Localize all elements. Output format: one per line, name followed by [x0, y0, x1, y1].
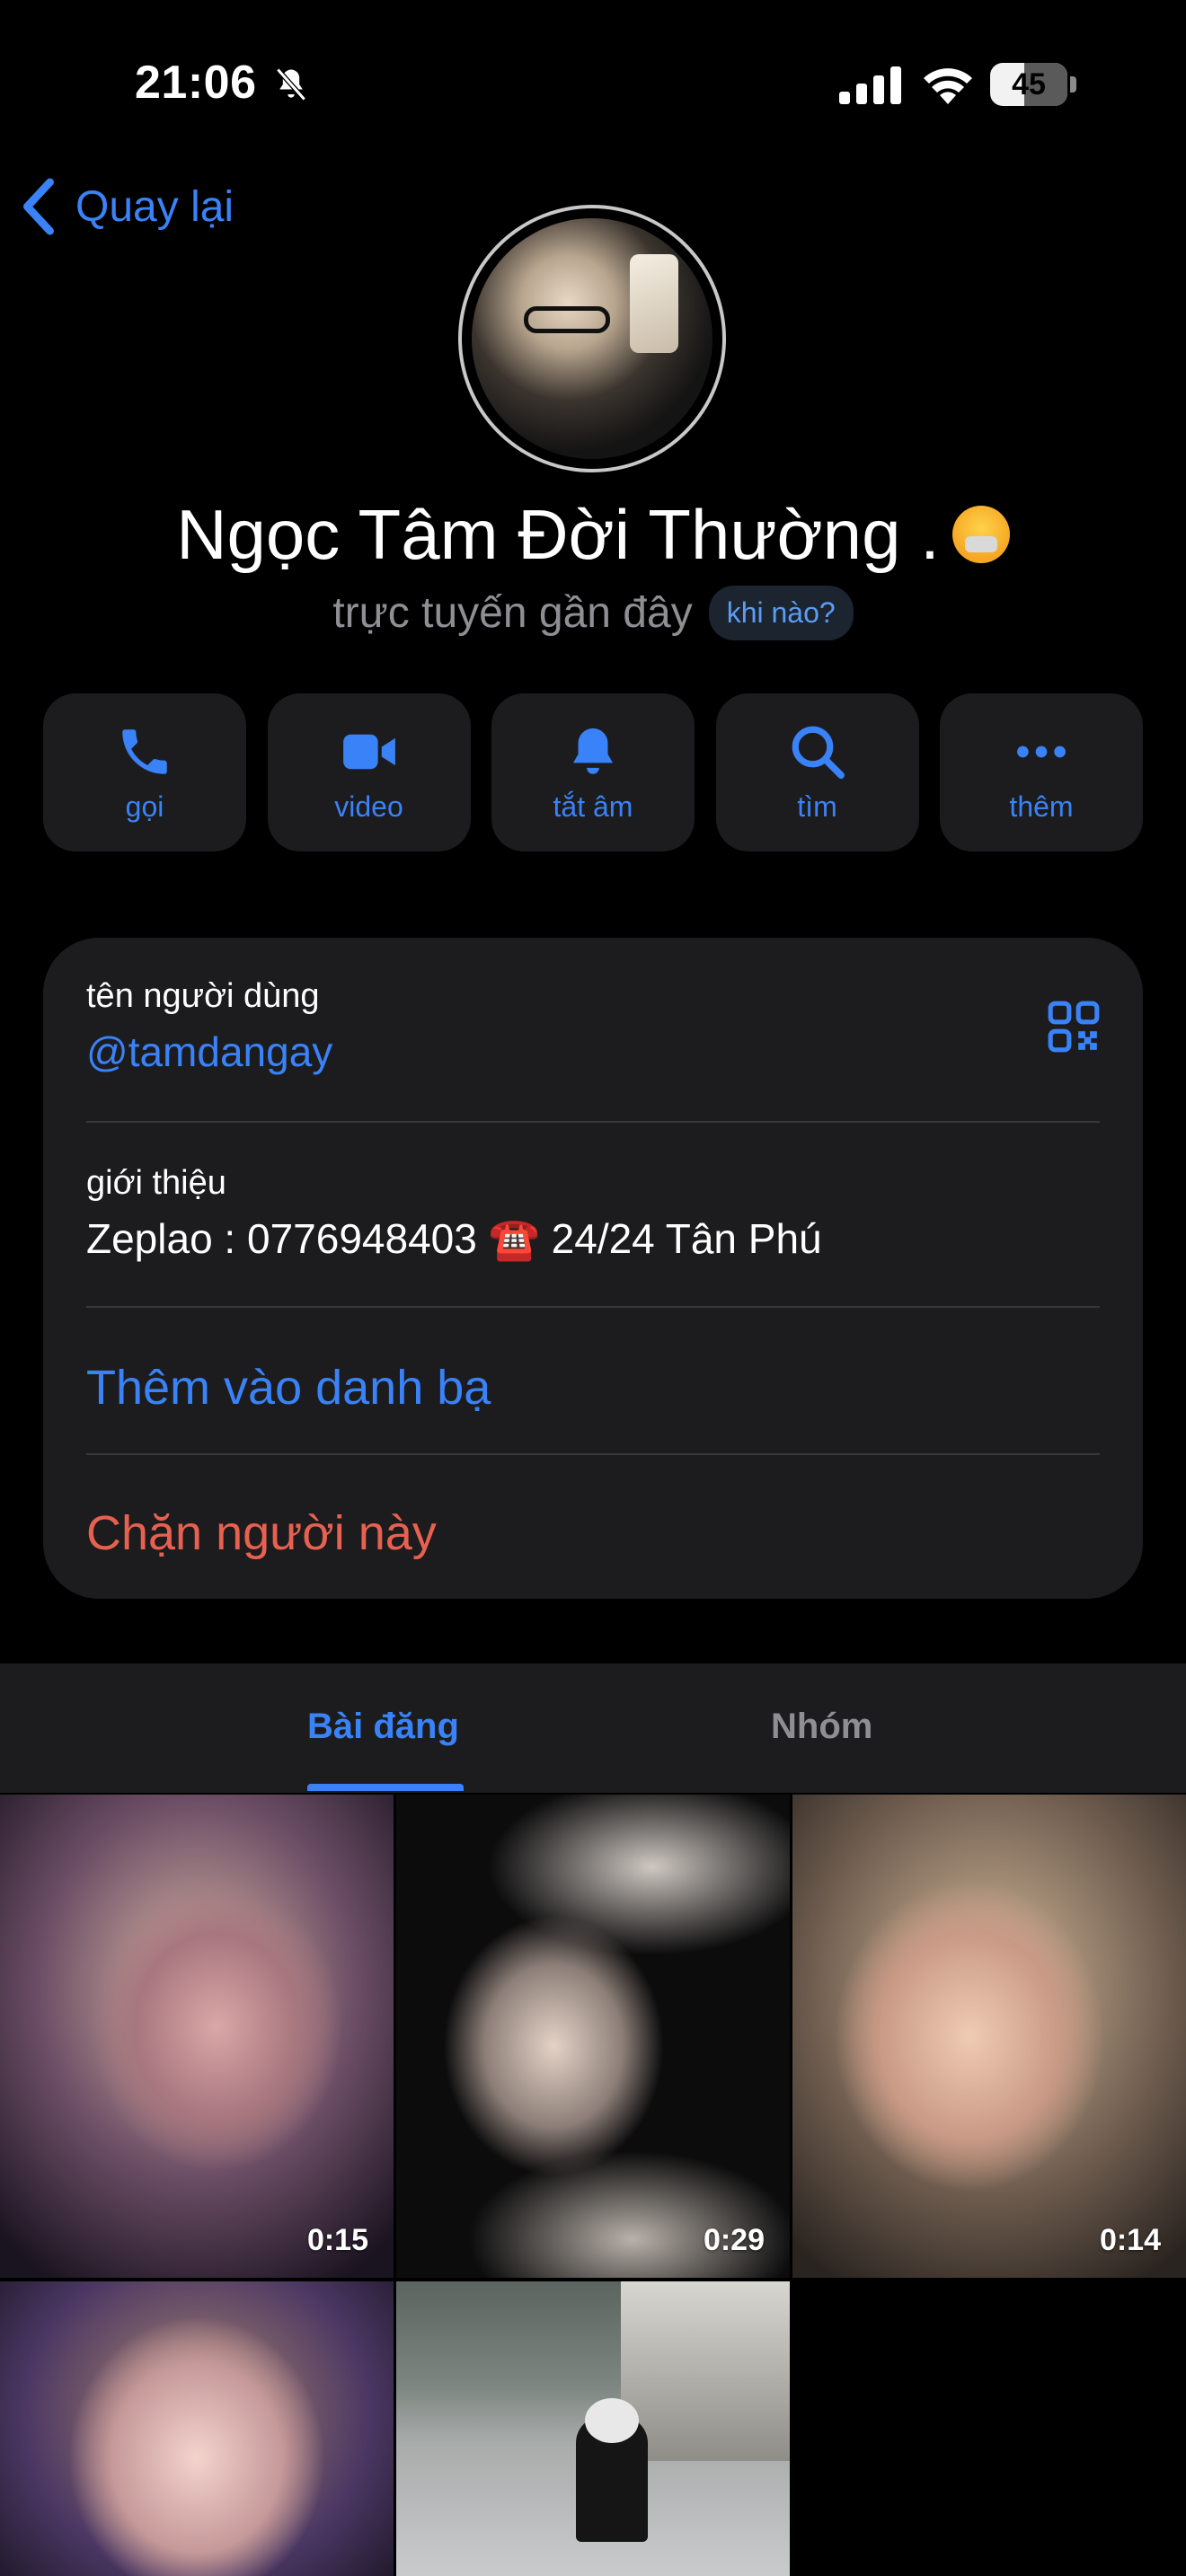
tab-groups[interactable]: Nhóm [771, 1707, 872, 1747]
back-button[interactable]: Quay lại [20, 171, 234, 243]
media-tile[interactable] [396, 2281, 790, 2576]
media-tile[interactable]: 0:15 [0, 1795, 394, 2278]
presence-status: trực tuyến gần đây [332, 589, 693, 637]
call-button[interactable]: gọi [43, 693, 246, 851]
back-label: Quay lại [75, 182, 235, 231]
profile-name-text: Ngọc Tâm Đời Thường . [176, 495, 940, 574]
bell-muted-icon [276, 67, 306, 101]
username-value[interactable]: @tamdangay [86, 1028, 332, 1076]
video-duration: 0:15 [306, 2223, 368, 2257]
avatar-photo [472, 218, 712, 459]
phone-icon [122, 728, 167, 774]
presence-row: trực tuyến gần đây khi nào? [0, 586, 1186, 640]
tab-bar: Bài đăng Nhóm [0, 1663, 1186, 1793]
video-camera-icon [342, 734, 395, 769]
mute-label: tắt âm [553, 790, 633, 823]
divider [86, 1453, 1100, 1455]
more-icon [1017, 745, 1066, 757]
call-label: gọi [125, 790, 164, 823]
video-duration: 0:29 [703, 2223, 765, 2257]
wifi-icon [924, 68, 972, 104]
more-button[interactable]: thêm [940, 693, 1143, 851]
qr-code-icon[interactable] [1046, 999, 1102, 1054]
video-button[interactable]: video [267, 693, 471, 851]
battery-level: 45 [1012, 67, 1046, 101]
tab-posts[interactable]: Bài đăng [307, 1707, 459, 1747]
block-user-button[interactable]: Chặn người này [86, 1505, 437, 1561]
chevron-left-icon [22, 178, 54, 235]
tab-indicator [307, 1784, 464, 1791]
when-button[interactable]: khi nào? [708, 586, 854, 640]
divider [86, 1121, 1100, 1123]
action-row: gọi video tắt âm tìm thêm [43, 693, 1143, 851]
status-time: 21:06 [135, 57, 257, 109]
search-icon [792, 726, 845, 779]
search-button[interactable]: tìm [715, 693, 919, 851]
mute-button[interactable]: tắt âm [491, 693, 695, 851]
battery-indicator: 45 [990, 63, 1076, 106]
info-card: tên người dùng @tamdangay giới thiệu Zep… [43, 938, 1143, 1599]
media-tile[interactable] [0, 2281, 394, 2576]
media-tile[interactable]: 0:14 [792, 1795, 1186, 2278]
bell-icon [573, 728, 613, 774]
bio-label: giới thiệu [86, 1164, 226, 1202]
duck-emoji-icon [951, 506, 1010, 564]
bio-text: Zeplao : 0776948403 ☎️ 24/24 Tân Phú [86, 1215, 822, 1262]
username-label: tên người dùng [86, 977, 320, 1015]
more-label: thêm [1009, 790, 1074, 823]
video-label: video [334, 790, 403, 823]
cellular-signal-icon [839, 66, 901, 104]
divider [86, 1306, 1100, 1308]
video-duration: 0:14 [1099, 2223, 1161, 2257]
profile-avatar[interactable] [458, 205, 726, 472]
search-label: tìm [797, 790, 837, 823]
profile-name: Ngọc Tâm Đời Thường . [0, 494, 1186, 576]
media-tile[interactable]: 0:29 [396, 1795, 790, 2278]
add-contact-button[interactable]: Thêm vào danh bạ [86, 1360, 491, 1416]
